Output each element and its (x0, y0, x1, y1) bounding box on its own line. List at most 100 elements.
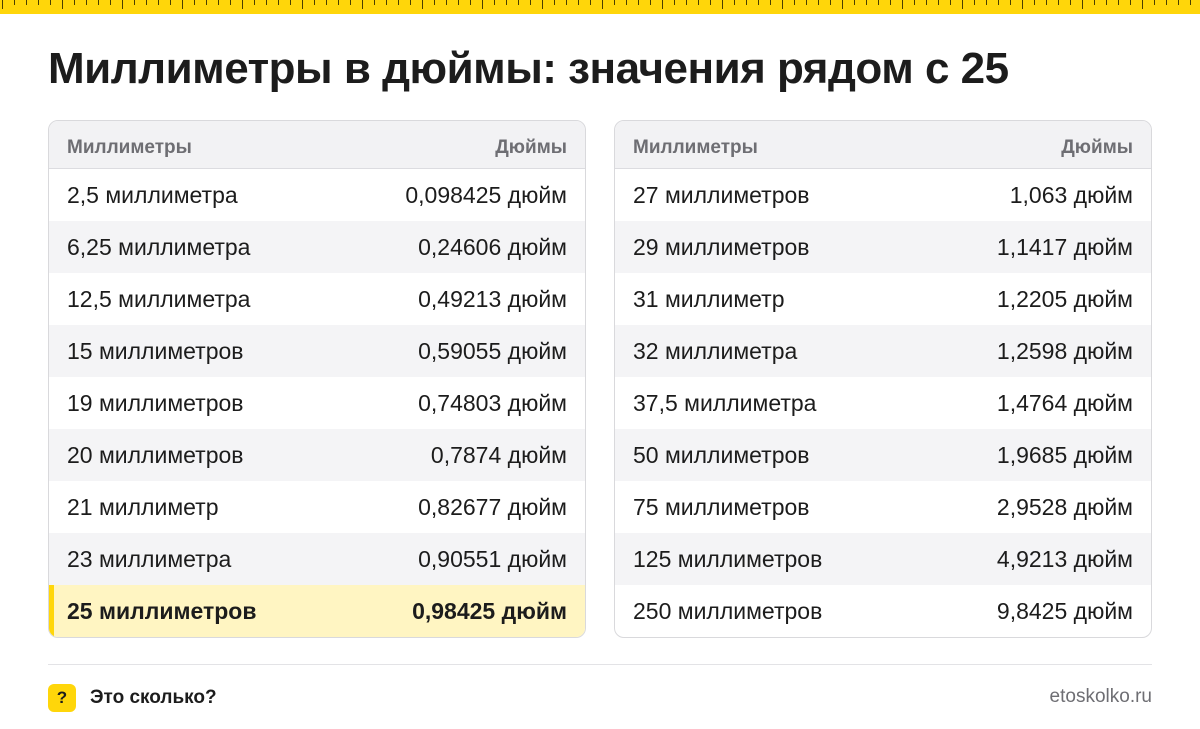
table-header: Миллиметры Дюймы (49, 121, 585, 169)
table-row: 125 миллиметров 4,9213 дюйм (615, 533, 1151, 585)
column-header-mm: Миллиметры (633, 136, 758, 158)
ruler-tick (518, 0, 519, 5)
cell-inches: 0,59055 дюйм (418, 337, 567, 364)
ruler-tick (266, 0, 267, 5)
conversion-table-left: Миллиметры Дюймы 2,5 миллиметра 0,098425… (48, 120, 586, 638)
ruler-tick (278, 0, 279, 5)
ruler-tick (74, 0, 75, 5)
ruler-tick (50, 0, 51, 5)
ruler-tick (446, 0, 447, 5)
ruler-tick (998, 0, 999, 5)
ruler-tick (470, 0, 471, 5)
cell-inches: 0,74803 дюйм (418, 389, 567, 416)
column-header-mm: Миллиметры (67, 136, 192, 158)
ruler-tick (170, 0, 171, 5)
cell-mm: 250 миллиметров (633, 597, 823, 624)
cell-mm: 25 миллиметров (67, 597, 257, 624)
cell-inches: 1,9685 дюйм (996, 441, 1133, 468)
cell-mm: 32 миллиметра (633, 337, 798, 364)
ruler-tick (734, 0, 735, 5)
page-title: Миллиметры в дюймы: значения рядом с 25 (48, 44, 1009, 93)
ruler-tick (434, 0, 435, 5)
ruler-tick (302, 0, 303, 9)
brand-name: Это сколько? (90, 687, 217, 708)
ruler-tick (1130, 0, 1131, 5)
ruler-tick (86, 0, 87, 5)
cell-inches: 0,98425 дюйм (412, 597, 567, 624)
ruler-tick (770, 0, 771, 5)
ruler-tick (758, 0, 759, 5)
cell-mm: 50 миллиметров (633, 441, 810, 468)
ruler-tick (686, 0, 687, 5)
column-header-inches: Дюймы (495, 136, 567, 158)
ruler-tick (1166, 0, 1167, 5)
ruler-tick (590, 0, 591, 5)
ruler-tick (950, 0, 951, 5)
table-row: 29 миллиметров 1,1417 дюйм (615, 221, 1151, 273)
table-row: 32 миллиметра 1,2598 дюйм (615, 325, 1151, 377)
footer-divider (48, 664, 1152, 665)
table-row: 12,5 миллиметра 0,49213 дюйм (49, 273, 585, 325)
ruler-tick (494, 0, 495, 5)
cell-mm: 15 миллиметров (67, 337, 244, 364)
ruler-tick (1070, 0, 1071, 5)
ruler-tick (542, 0, 543, 9)
table-row: 75 миллиметров 2,9528 дюйм (615, 481, 1151, 533)
ruler-tick (674, 0, 675, 5)
cell-inches: 1,2205 дюйм (996, 285, 1133, 312)
ruler-tick (782, 0, 783, 9)
ruler-tick (122, 0, 123, 9)
table-row: 250 миллиметров 9,8425 дюйм (615, 585, 1151, 637)
ruler-tick (338, 0, 339, 5)
cell-mm: 21 миллиметр (67, 493, 219, 520)
ruler-tick (866, 0, 867, 5)
cell-mm: 31 миллиметр (633, 285, 785, 312)
ruler-tick (350, 0, 351, 5)
ruler-tick (554, 0, 555, 5)
cell-inches: 1,4764 дюйм (996, 389, 1133, 416)
cell-mm: 20 миллиметров (67, 441, 244, 468)
ruler-tick (662, 0, 663, 9)
ruler-tick (986, 0, 987, 5)
ruler-tick (506, 0, 507, 5)
ruler-tick (158, 0, 159, 5)
cell-mm: 27 миллиметров (633, 181, 810, 208)
ruler-tick (254, 0, 255, 5)
cell-inches: 1,1417 дюйм (996, 233, 1133, 260)
cell-mm: 29 миллиметров (633, 233, 810, 260)
table-row: 50 миллиметров 1,9685 дюйм (615, 429, 1151, 481)
ruler-tick (1142, 0, 1143, 9)
table-header: Миллиметры Дюймы (615, 121, 1151, 169)
ruler-tick (926, 0, 927, 5)
cell-mm: 2,5 миллиметра (67, 181, 238, 208)
ruler-tick (578, 0, 579, 5)
cell-mm: 37,5 миллиметра (633, 389, 817, 416)
table-row: 21 миллиметр 0,82677 дюйм (49, 481, 585, 533)
cell-inches: 1,2598 дюйм (996, 337, 1133, 364)
ruler-tick (1010, 0, 1011, 5)
ruler-tick (722, 0, 723, 9)
ruler-tick (1022, 0, 1023, 9)
ruler-tick (530, 0, 531, 5)
ruler-tick (794, 0, 795, 5)
ruler-tick (962, 0, 963, 9)
cell-inches: 0,90551 дюйм (418, 545, 567, 572)
conversion-table-right: Миллиметры Дюймы 27 миллиметров 1,063 дю… (614, 120, 1152, 638)
ruler-tick (2, 0, 3, 9)
cell-inches: 1,063 дюйм (1009, 181, 1133, 208)
ruler-tick (14, 0, 15, 5)
ruler-tick (314, 0, 315, 5)
ruler-tick (410, 0, 411, 5)
ruler-tick (830, 0, 831, 5)
ruler-tick (1118, 0, 1119, 5)
ruler-tick (878, 0, 879, 5)
site-url: etoskolko.ru (1049, 686, 1152, 707)
ruler-tick (1190, 0, 1191, 5)
ruler-tick (890, 0, 891, 5)
cell-mm: 6,25 миллиметра (67, 233, 251, 260)
ruler-tick (362, 0, 363, 9)
cell-mm: 23 миллиметра (67, 545, 232, 572)
table-row: 27 миллиметров 1,063 дюйм (615, 169, 1151, 221)
ruler-tick (26, 0, 27, 5)
ruler-tick (194, 0, 195, 5)
